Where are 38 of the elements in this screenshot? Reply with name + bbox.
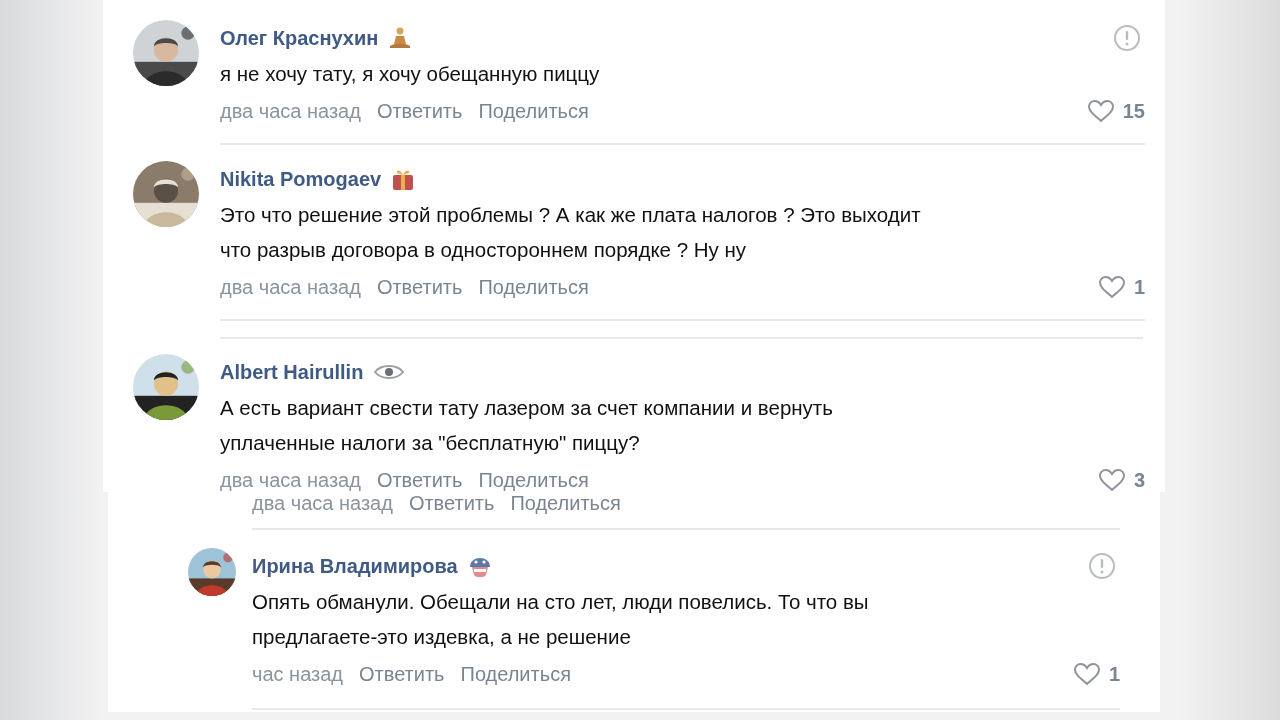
reply-link[interactable]: Ответить [359,662,445,686]
comment-text: уплаченные налоги за "бесплатную" пиццу? [220,430,641,456]
eye-icon [373,362,406,382]
comment-text: я не хочу тату, я хочу обещанную пиццу [220,61,601,87]
heart-icon[interactable] [1097,468,1126,492]
heart-icon[interactable] [1086,99,1115,123]
timestamp: два часа назад [252,492,393,514]
like-count: 3 [1133,468,1145,492]
share-link[interactable]: Поделиться [478,275,589,299]
comment-text: предлагаете-это издевка, а не решение [252,624,632,650]
comment-text: Это что решение этой проблемы ? А как же плата налогов ? Это выходит [220,202,922,228]
timestamp: два часа назад [220,99,361,123]
comment-text: Опять обманули. Обещали на сто лет, люди повелись. То что вы [252,589,870,615]
author-name[interactable]: Albert Hairullin [220,360,364,384]
timestamp: два часа назад [220,275,361,299]
share-link[interactable]: Поделиться [478,99,589,123]
share-link[interactable]: Поделиться [478,468,589,492]
author-name[interactable]: Ирина Владимирова [252,554,458,578]
timestamp: час назад [252,662,343,686]
comment-text: А есть вариант свести тату лазером за счет компании и вернуть [220,395,834,421]
meditating-figure-icon [388,25,413,51]
like-count: 15 [1122,99,1145,123]
report-icon[interactable] [1113,24,1141,52]
heart-icon[interactable] [1097,275,1126,299]
reply-link[interactable]: Ответить [376,468,463,492]
reply-link[interactable]: Ответить [376,275,463,299]
share-link[interactable]: Поделиться [460,662,571,686]
like-count: 1 [1133,275,1145,299]
report-icon[interactable] [1088,552,1116,580]
timestamp: два часа назад [220,468,361,492]
reply-link[interactable]: Ответить [376,99,463,123]
reply-link[interactable]: Ответить [408,492,495,514]
author-name[interactable]: Олег Краснухин [220,26,379,50]
like-count: 1 [1108,662,1120,686]
share-link[interactable]: Поделиться [510,492,621,514]
heart-icon[interactable] [1072,662,1101,686]
comment-text: что разрыв договора в одностороннем порядке ? Ну ну [220,237,748,263]
author-name[interactable]: Nikita Pomogaev [220,167,382,191]
